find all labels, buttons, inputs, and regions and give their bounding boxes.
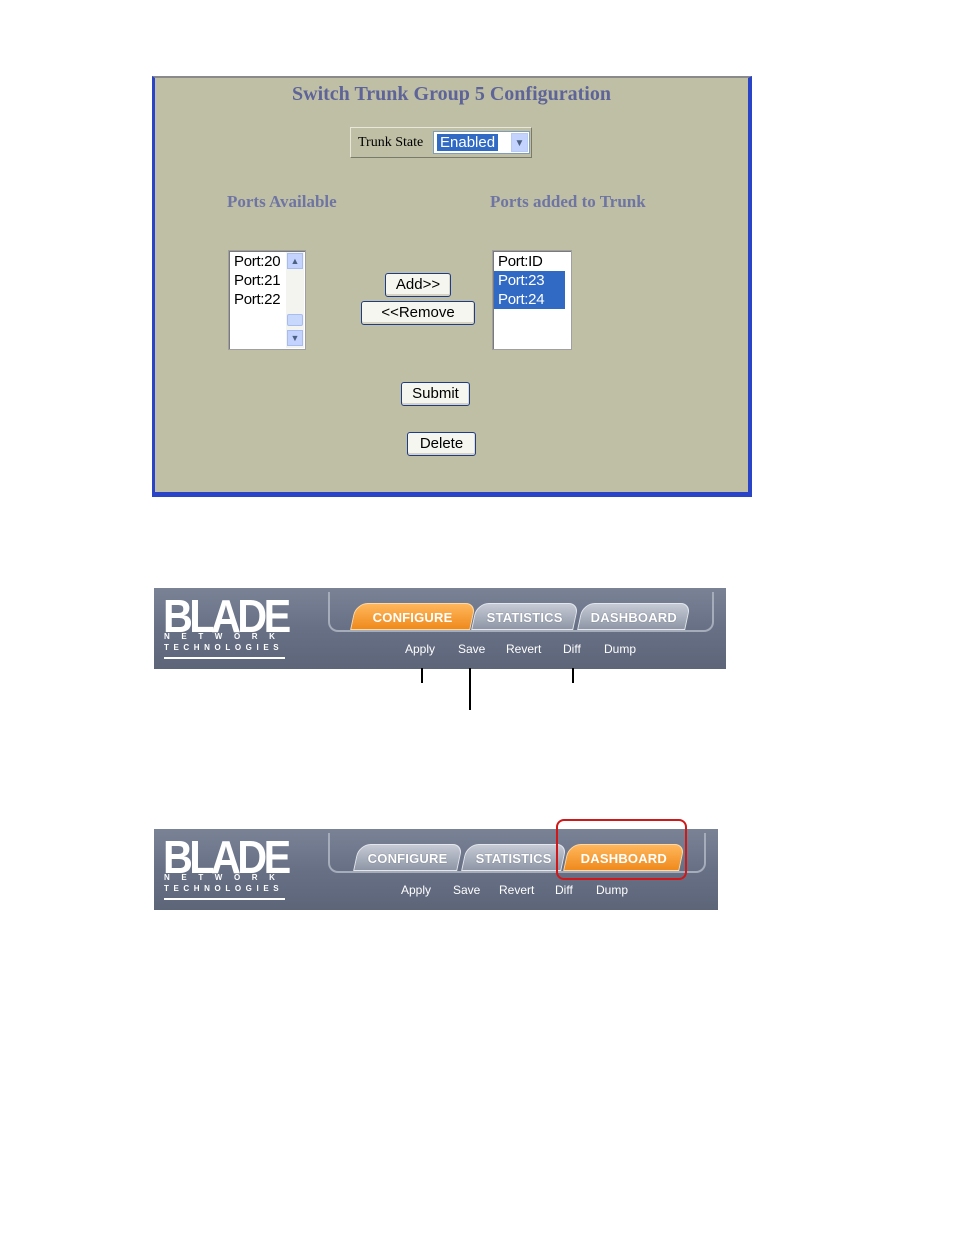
dump-link[interactable]: Dump [596, 883, 628, 897]
ports-available-list[interactable]: Port:20 Port:21 Port:22 ▲ ▼ [228, 250, 306, 350]
delete-button[interactable]: Delete [407, 432, 476, 456]
ports-added-list[interactable]: Port:ID Port:23 Port:24 [492, 250, 572, 350]
tab-label: CONFIGURE [367, 851, 448, 866]
ports-available-scrollbar[interactable]: ▲ ▼ [286, 252, 304, 348]
page-title: Switch Trunk Group 5 Configuration [292, 83, 611, 105]
blade-navbar-configure: BLADE NETWORK TECHNOLOGIES CONFIGURE STA… [154, 588, 726, 669]
submit-button[interactable]: Submit [401, 382, 470, 406]
tab-label: STATISTICS [486, 610, 563, 625]
callout-line-save [469, 668, 471, 710]
add-port-button[interactable]: Add>> [385, 273, 451, 297]
logo-underline [164, 898, 285, 900]
trunk-state-value: Enabled [435, 133, 500, 152]
trunk-port-option[interactable]: Port:24 [494, 290, 565, 309]
revert-link[interactable]: Revert [506, 642, 541, 656]
logo-technologies-text: TECHNOLOGIES [164, 643, 284, 652]
trunk-port-option[interactable]: Port:23 [494, 271, 565, 290]
dashboard-highlight-box [556, 819, 687, 880]
port-option[interactable]: Port:20 [230, 252, 286, 271]
apply-link[interactable]: Apply [401, 883, 431, 897]
diff-link[interactable]: Diff [555, 883, 573, 897]
trunk-state-row: Trunk State Enabled ▼ [350, 127, 532, 158]
tab-label: DASHBOARD [590, 610, 677, 625]
tab-label: CONFIGURE [372, 610, 453, 625]
ports-available-heading: Ports Available [227, 192, 337, 211]
logo-technologies-text: TECHNOLOGIES [164, 884, 284, 893]
port-option[interactable]: Port:21 [230, 271, 286, 290]
dump-link[interactable]: Dump [604, 642, 636, 656]
scroll-up-icon[interactable]: ▲ [287, 253, 303, 269]
trunk-port-option[interactable]: Port:ID [494, 252, 565, 271]
save-link[interactable]: Save [453, 883, 480, 897]
tab-configure[interactable]: CONFIGURE [350, 603, 476, 630]
diff-link[interactable]: Diff [563, 642, 581, 656]
port-option[interactable]: Port:22 [230, 290, 286, 309]
tab-statistics[interactable]: STATISTICS [461, 844, 567, 871]
tab-statistics[interactable]: STATISTICS [471, 603, 579, 630]
tab-label: STATISTICS [475, 851, 552, 866]
scroll-down-icon[interactable]: ▼ [287, 330, 303, 346]
callout-line-diff [572, 668, 574, 683]
tab-configure[interactable]: CONFIGURE [353, 844, 463, 871]
apply-link[interactable]: Apply [405, 642, 435, 656]
ports-added-heading: Ports added to Trunk [490, 192, 646, 211]
save-link[interactable]: Save [458, 642, 485, 656]
callout-line-apply [421, 668, 423, 683]
remove-port-button[interactable]: <<Remove [361, 301, 475, 325]
logo-underline [164, 657, 285, 659]
logo-network-text: NETWORK [164, 632, 287, 641]
trunk-state-select[interactable]: Enabled ▼ [433, 131, 530, 154]
scroll-thumb[interactable] [287, 314, 303, 326]
tab-dashboard[interactable]: DASHBOARD [577, 603, 691, 630]
logo-network-text: NETWORK [164, 873, 287, 882]
trunk-state-label: Trunk State [358, 135, 424, 150]
chevron-down-icon[interactable]: ▼ [511, 133, 528, 152]
revert-link[interactable]: Revert [499, 883, 534, 897]
trunk-config-panel: Switch Trunk Group 5 Configuration Trunk… [152, 76, 752, 497]
